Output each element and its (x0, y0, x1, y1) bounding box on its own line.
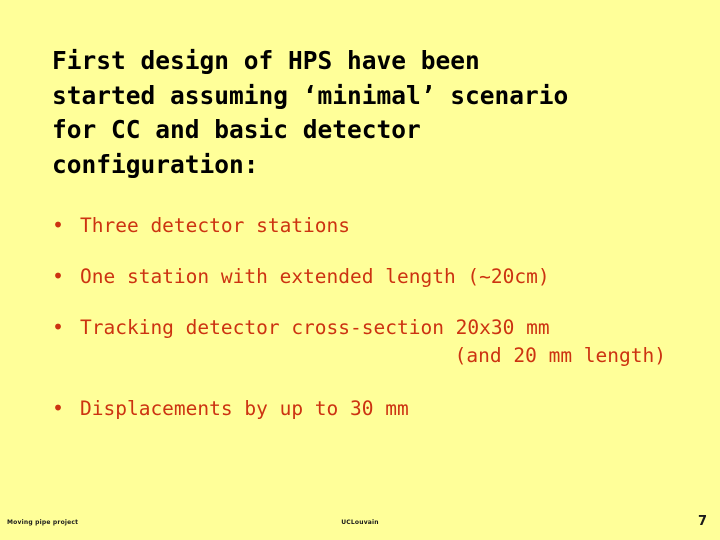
slide-footer: Moving pipe project UCLouvain 7 (0, 510, 720, 540)
bullet-dot-icon: • (52, 213, 65, 237)
bullet-text-3: Tracking detector cross-section 20x30 mm (80, 316, 550, 339)
bullet-text-2: One station with extended length (~20cm) (80, 265, 550, 288)
slide-title: First design of HPS have been started as… (52, 44, 682, 182)
bullet-text-4: Displacements by up to 30 mm (80, 397, 409, 420)
bullet-dot-icon: • (52, 315, 65, 339)
bullet-text-1: Three detector stations (80, 214, 351, 237)
presentation-slide: First design of HPS have been started as… (0, 0, 720, 540)
list-item: • Displacements by up to 30 mm (52, 395, 692, 422)
title-line-4: configuration: (52, 149, 259, 179)
title-line-2: started assuming ‘minimal’ scenario (52, 80, 569, 110)
bullet-dot-icon: • (52, 264, 65, 288)
list-item: • One station with extended length (~20c… (52, 263, 692, 290)
list-item: • Three detector stations (52, 212, 692, 239)
bullet-continuation-3: (and 20 mm length) (454, 344, 666, 367)
bullet-dot-icon: • (52, 396, 65, 420)
footer-organization-label: UCLouvain (341, 519, 379, 526)
bullet-list: • Three detector stations • One station … (52, 212, 692, 446)
page-number: 7 (697, 514, 707, 529)
title-line-1: First design of HPS have been (52, 46, 480, 75)
list-item: • Tracking detector cross-section 20x30 … (52, 314, 692, 371)
title-line-3: for CC and basic detector (52, 115, 421, 144)
